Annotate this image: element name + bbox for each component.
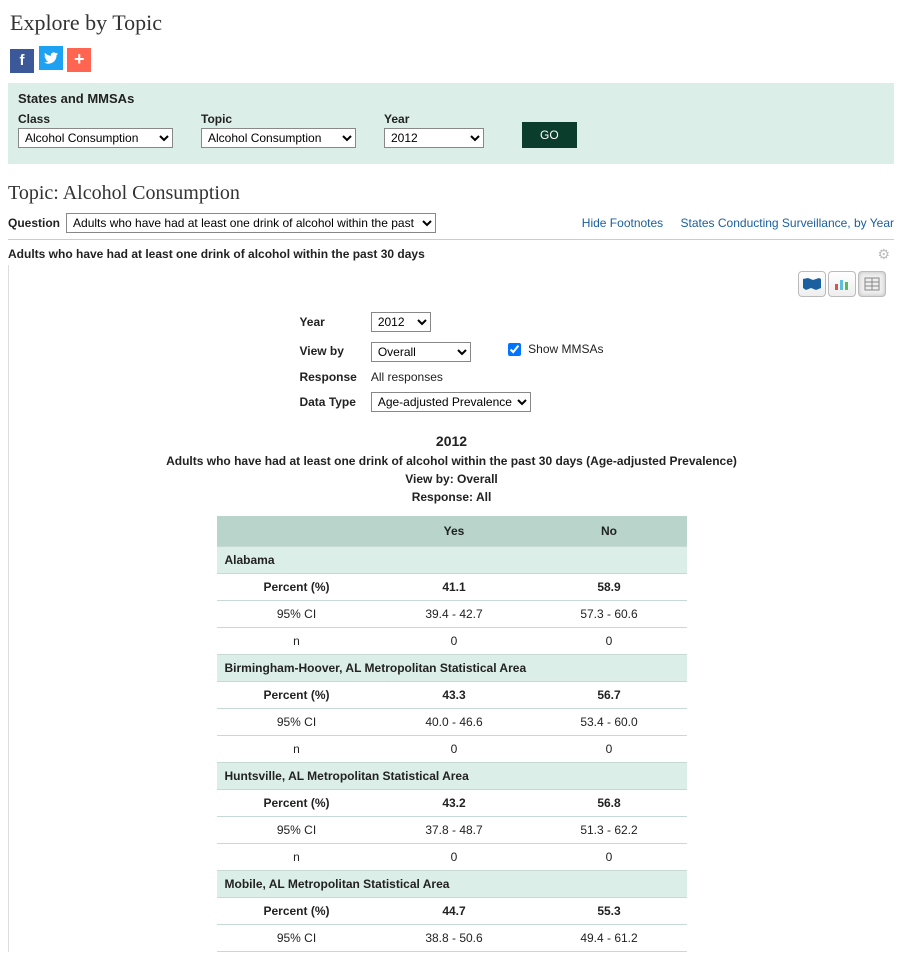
ctrl-viewby-label: View by [293, 337, 362, 365]
col-yes: Yes [377, 516, 532, 547]
cell-no: 55.3 [532, 897, 687, 924]
ctrl-year-label: Year [293, 309, 362, 335]
content-area: Year 2012 View by Overall Show MMSAs Res… [8, 265, 894, 952]
question-subtitle: Adults who have had at least one drink o… [8, 247, 425, 261]
cell-no: 56.7 [532, 681, 687, 708]
year-select[interactable]: 2012 [384, 128, 484, 148]
cell-yes: 41.1 [377, 573, 532, 600]
class-label: Class [18, 112, 173, 126]
cell-no: 58.9 [532, 573, 687, 600]
result-year: 2012 [13, 431, 890, 452]
row-label: 95% CI [217, 924, 377, 951]
row-label: Percent (%) [217, 789, 377, 816]
cell-yes: 0 [377, 627, 532, 654]
row-label: n [217, 735, 377, 762]
show-mmsas-checkbox[interactable] [508, 343, 521, 356]
topic-select[interactable]: Alcohol Consumption [201, 128, 356, 148]
cell-yes: 0 [377, 843, 532, 870]
addthis-icon[interactable]: + [67, 48, 91, 72]
right-links: Hide Footnotes States Conducting Surveil… [568, 216, 894, 230]
controls-table: Year 2012 View by Overall Show MMSAs Res… [291, 307, 611, 417]
row-label: n [217, 843, 377, 870]
group-header: Alabama [217, 546, 687, 573]
row-label: 95% CI [217, 708, 377, 735]
facebook-icon[interactable]: f [10, 49, 34, 73]
topic-heading: Topic: Alcohol Consumption [8, 182, 894, 205]
cell-yes: 38.8 - 50.6 [377, 924, 532, 951]
cell-no: 0 [532, 735, 687, 762]
share-row: f + [10, 46, 894, 73]
go-button[interactable]: GO [522, 122, 577, 148]
cell-yes: 40.0 - 46.6 [377, 708, 532, 735]
cell-yes: 43.2 [377, 789, 532, 816]
cell-no: 0 [532, 627, 687, 654]
year-label: Year [384, 112, 484, 126]
map-view-icon[interactable] [798, 271, 826, 297]
group-header: Mobile, AL Metropolitan Statistical Area [217, 870, 687, 897]
result-response: Response: All [13, 488, 890, 506]
cell-no: 53.4 - 60.0 [532, 708, 687, 735]
filter-panel: States and MMSAs Class Alcohol Consumpti… [8, 83, 894, 164]
states-surveillance-link[interactable]: States Conducting Surveillance, by Year [681, 216, 894, 230]
class-select[interactable]: Alcohol Consumption [18, 128, 173, 148]
cell-no: 49.4 - 61.2 [532, 924, 687, 951]
result-header: 2012 Adults who have had at least one dr… [13, 431, 890, 506]
ctrl-viewby-select[interactable]: Overall [371, 342, 471, 362]
show-mmsas-label: Show MMSAs [528, 342, 603, 356]
hide-footnotes-link[interactable]: Hide Footnotes [582, 216, 663, 230]
cell-yes: 44.7 [377, 897, 532, 924]
filter-panel-title: States and MMSAs [18, 91, 884, 106]
cell-yes: 43.3 [377, 681, 532, 708]
question-select[interactable]: Adults who have had at least one drink o… [66, 213, 436, 233]
ctrl-response-value: All responses [365, 367, 610, 387]
cell-no: 51.3 - 62.2 [532, 816, 687, 843]
table-view-icon[interactable] [858, 271, 886, 297]
cell-yes: 39.4 - 42.7 [377, 600, 532, 627]
result-viewby: View by: Overall [13, 470, 890, 488]
result-title: Adults who have had at least one drink o… [13, 452, 890, 470]
question-label: Question [8, 216, 60, 230]
gear-icon[interactable]: ⚙ [877, 246, 894, 263]
cell-no: 0 [532, 843, 687, 870]
row-label: Percent (%) [217, 897, 377, 924]
ctrl-datatype-select[interactable]: Age-adjusted Prevalence [371, 392, 531, 412]
page-title: Explore by Topic [10, 10, 894, 36]
cell-yes: 37.8 - 48.7 [377, 816, 532, 843]
col-no: No [532, 516, 687, 547]
ctrl-datatype-label: Data Type [293, 389, 362, 415]
question-row: Question Adults who have had at least on… [8, 213, 894, 240]
cell-no: 56.8 [532, 789, 687, 816]
chart-view-icon[interactable] [828, 271, 856, 297]
data-table: Yes No AlabamaPercent (%)41.158.995% CI3… [217, 516, 687, 952]
cell-yes: 0 [377, 735, 532, 762]
ctrl-response-label: Response [293, 367, 362, 387]
ctrl-year-select[interactable]: 2012 [371, 312, 431, 332]
group-header: Birmingham-Hoover, AL Metropolitan Stati… [217, 654, 687, 681]
topic-label: Topic [201, 112, 356, 126]
row-label: 95% CI [217, 600, 377, 627]
row-label: Percent (%) [217, 573, 377, 600]
group-header: Huntsville, AL Metropolitan Statistical … [217, 762, 687, 789]
cell-no: 57.3 - 60.6 [532, 600, 687, 627]
row-label: Percent (%) [217, 681, 377, 708]
row-label: n [217, 627, 377, 654]
row-label: 95% CI [217, 816, 377, 843]
twitter-icon[interactable] [39, 46, 63, 70]
